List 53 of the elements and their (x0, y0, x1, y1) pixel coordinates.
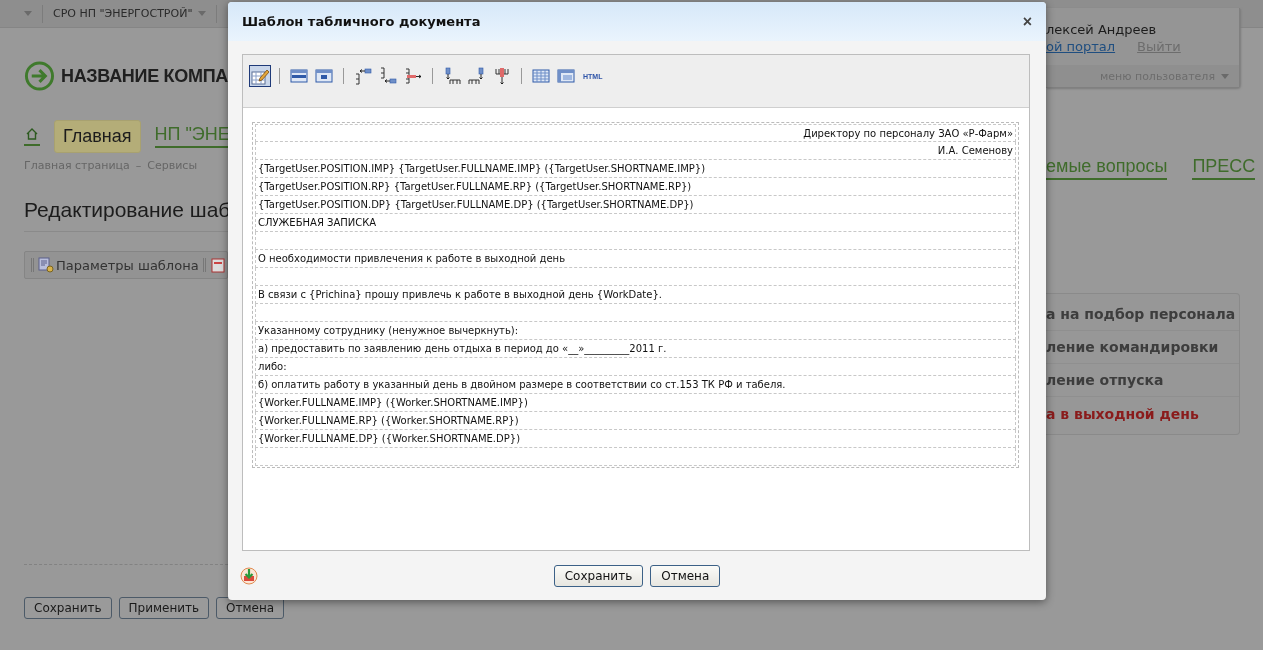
table-cell: б) оплатить работу в указанный день в двойном размере в соответствии со ст.153 ТК РФ и табеля. (255, 376, 1016, 394)
caret-icon (198, 11, 207, 16)
caret-icon (24, 11, 32, 16)
dialog-title: Шаблон табличного документа (242, 14, 481, 29)
toolbar-button[interactable] (249, 65, 271, 87)
nav-link[interactable]: ПРЕСС (1192, 156, 1256, 180)
settings-icon (38, 257, 54, 273)
table-cell: Указанному сотруднику (ненужное вычеркнуть): (255, 322, 1016, 340)
insert-column-left-icon (443, 67, 461, 85)
table-cell: {Worker.FULLNAME.DP} ({Worker.SHORTNAME.DP}) (255, 430, 1016, 448)
user-name: лексей Андреев (1046, 21, 1158, 37)
table-cell: а) предоставить по заявлению день отдыха в период до «__»_________2011 г. (255, 340, 1016, 358)
table-grid-icon (532, 67, 550, 85)
nav-link[interactable]: Главная (54, 119, 141, 153)
template-params-button[interactable]: Параметры шаблона (38, 257, 199, 273)
insert-column-right-icon (468, 67, 486, 85)
breadcrumb-separator: – (135, 159, 142, 172)
download-icon (240, 566, 258, 585)
table-cell: СЛУЖЕБНАЯ ЗАПИСКА (255, 214, 1016, 232)
insert-row-below-icon (379, 67, 397, 85)
delete-column-icon (493, 67, 511, 85)
dialog-button[interactable]: Сохранить (553, 564, 644, 587)
table-cell: Директору по персоналу ЗАО «Р-Фарм» (255, 124, 1016, 142)
edit-icon (251, 67, 269, 85)
form-button[interactable]: Сохранить (24, 597, 112, 619)
user-link[interactable]: ой портал (1046, 39, 1116, 54)
table-properties-icon (557, 67, 575, 85)
document-icon (209, 257, 226, 273)
home-icon (26, 128, 38, 140)
caret-icon (1221, 73, 1229, 79)
service-link[interactable]: а в выходной день (1046, 397, 1239, 430)
dialog-button[interactable]: Отмена (650, 564, 721, 587)
table-cell: О необходимости привлечения к работе в выходной день (255, 250, 1016, 268)
logo-text: НАЗВАНИЕ КОМПА (60, 65, 228, 87)
insert-row-above-icon (354, 67, 372, 85)
page-heading: Редактирование шаб (24, 198, 228, 222)
org-menu[interactable]: СРО НП "ЭНЕРГОСТРОЙ" (42, 4, 218, 23)
table-cell: {TargetUser.POSITION.IMP} {TargetUser.FULLNAME.IMP} ({TargetUser.SHORTNAME.IMP}) (255, 160, 1016, 178)
form-button[interactable]: Применить (118, 597, 210, 619)
table-cell: {TargetUser.POSITION.RP} {TargetUser.FULLNAME.RP} ({TargetUser.SHORTNAME.RP}) (255, 178, 1016, 196)
table-cell: {Worker.FULLNAME.IMP} ({Worker.SHORTNAME.IMP}) (255, 394, 1016, 412)
table-cell: В связи с {Prichina} прошу привлечь к работе в выходной день {WorkDate}. (255, 286, 1016, 304)
home-link[interactable] (24, 126, 40, 146)
table-cell: либо: (255, 358, 1016, 376)
arrow-circle-icon (24, 60, 55, 92)
delete-row-icon (404, 67, 422, 85)
table-cell: {TargetUser.POSITION.DP} {TargetUser.FULLNAME.DP} ({TargetUser.SHORTNAME.DP}) (255, 196, 1016, 214)
table-cell-icon (315, 67, 333, 85)
table-cell: И.А. Семенову (255, 142, 1016, 160)
close-button[interactable]: × (1022, 12, 1032, 31)
org-menu-label: СРО НП "ЭНЕРГОСТРОЙ" (53, 7, 193, 20)
table-row-icon (290, 67, 308, 85)
table-cell: {Worker.FULLNAME.RP} ({Worker.SHORTNAME.RP}) (255, 412, 1016, 430)
